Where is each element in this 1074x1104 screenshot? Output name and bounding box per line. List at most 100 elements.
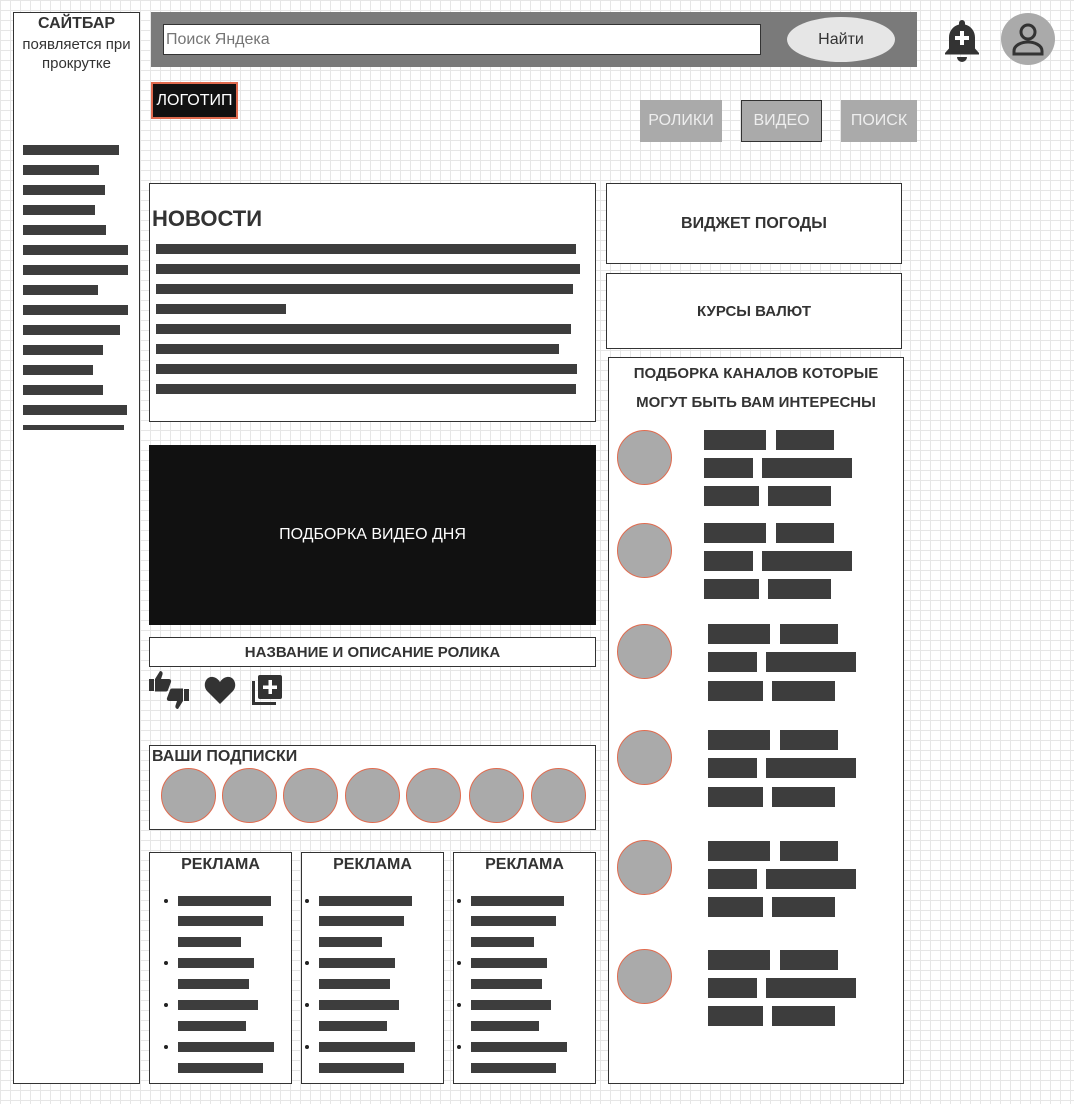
news-line[interactable] xyxy=(156,384,576,394)
ad-line xyxy=(471,896,564,906)
account-button[interactable] xyxy=(1001,13,1055,65)
heart-icon xyxy=(204,676,236,704)
channel-info-line xyxy=(768,486,831,506)
channel-avatar[interactable] xyxy=(617,949,672,1004)
channel-avatar[interactable] xyxy=(617,730,672,785)
weather-widget-title: ВИДЖЕТ ПОГОДЫ xyxy=(681,214,827,232)
ad-line xyxy=(319,916,404,926)
video-player[interactable]: ПОДБОРКА ВИДЕО ДНЯ xyxy=(149,445,596,625)
channel-info-line xyxy=(762,551,852,571)
tab-video-label: ВИДЕО xyxy=(753,112,810,129)
sidebar-item[interactable] xyxy=(23,405,127,415)
channel-info-line xyxy=(704,579,759,599)
sidebar-item[interactable] xyxy=(23,225,106,235)
ad-bullet xyxy=(457,899,461,903)
subscription-avatar[interactable] xyxy=(161,768,216,823)
channel-info-line xyxy=(772,897,835,917)
subscription-avatar[interactable] xyxy=(406,768,461,823)
video-caption[interactable]: НАЗВАНИЕ И ОПИСАНИЕ РОЛИКА xyxy=(149,637,596,667)
ad-bullet xyxy=(164,1045,168,1049)
subscription-avatar[interactable] xyxy=(283,768,338,823)
tab-clips[interactable]: РОЛИКИ xyxy=(640,100,722,142)
channels-title-line1: ПОДБОРКА КАНАЛОВ КОТОРЫЕ xyxy=(633,365,879,382)
news-line[interactable] xyxy=(156,324,571,334)
ad-block[interactable]: РЕКЛАМА xyxy=(453,852,596,1084)
news-line[interactable] xyxy=(156,364,577,374)
video-caption-text: НАЗВАНИЕ И ОПИСАНИЕ РОЛИКА xyxy=(244,643,501,661)
currency-widget[interactable]: КУРСЫ ВАЛЮТ xyxy=(606,273,902,349)
channel-info-line xyxy=(704,458,753,478)
ad-bullet xyxy=(305,961,309,965)
sidebar-item[interactable] xyxy=(23,325,120,335)
ad-line xyxy=(471,1042,567,1052)
channel-avatar[interactable] xyxy=(617,430,672,485)
sidebar-item[interactable] xyxy=(23,305,128,315)
news-line[interactable] xyxy=(156,244,576,254)
ad-block[interactable]: РЕКЛАМА xyxy=(149,852,292,1084)
add-to-playlist-button[interactable] xyxy=(250,673,284,707)
favorite-button[interactable] xyxy=(204,675,236,705)
channel-avatar[interactable] xyxy=(617,840,672,895)
news-line[interactable] xyxy=(156,344,559,354)
sidebar-item[interactable] xyxy=(23,425,124,430)
ad-bullet xyxy=(164,961,168,965)
ad-block[interactable]: РЕКЛАМА xyxy=(301,852,444,1084)
channel-info-line xyxy=(708,1006,763,1026)
tab-search-label: ПОИСК xyxy=(850,112,908,129)
sidebar-subtitle: появляется при прокрутке xyxy=(22,36,131,72)
channel-info-line xyxy=(708,950,770,970)
subscriptions-title: ВАШИ ПОДПИСКИ xyxy=(152,748,298,765)
channel-info-line xyxy=(772,1006,835,1026)
subscription-avatar[interactable] xyxy=(345,768,400,823)
weather-widget[interactable]: ВИДЖЕТ ПОГОДЫ xyxy=(606,183,902,264)
channel-info-line xyxy=(704,523,766,543)
news-line[interactable] xyxy=(156,304,286,314)
subscription-avatar[interactable] xyxy=(531,768,586,823)
subscription-avatar[interactable] xyxy=(222,768,277,823)
ad-line xyxy=(471,1063,556,1073)
channel-avatar[interactable] xyxy=(617,523,672,578)
sidebar-item[interactable] xyxy=(23,205,95,215)
subscription-avatar[interactable] xyxy=(469,768,524,823)
sidebar: САЙТБАР появляется при прокрутке xyxy=(13,12,140,1084)
sidebar-item[interactable] xyxy=(23,285,98,295)
logo[interactable]: ЛОГОТИП xyxy=(151,82,238,119)
sidebar-item[interactable] xyxy=(23,365,93,375)
channel-info-line xyxy=(772,787,835,807)
ad-line xyxy=(178,937,241,947)
channel-info-line xyxy=(780,950,838,970)
sidebar-item[interactable] xyxy=(23,185,105,195)
ad-bullet xyxy=(305,899,309,903)
ad-line xyxy=(178,1000,258,1010)
channel-info-line xyxy=(772,681,835,701)
sidebar-item[interactable] xyxy=(23,165,99,175)
channel-info-line xyxy=(708,652,757,672)
news-line[interactable] xyxy=(156,284,573,294)
like-dislike-button[interactable] xyxy=(147,670,191,710)
news-line[interactable] xyxy=(156,264,580,274)
channel-info-line xyxy=(704,486,759,506)
sidebar-item[interactable] xyxy=(23,345,103,355)
search-button[interactable]: Найти xyxy=(787,17,895,62)
sidebar-item[interactable] xyxy=(23,245,128,255)
channel-info-line xyxy=(766,758,856,778)
ad-line xyxy=(319,896,412,906)
channel-info-line xyxy=(708,758,757,778)
sidebar-item[interactable] xyxy=(23,385,103,395)
tab-video[interactable]: ВИДЕО xyxy=(741,100,822,142)
channel-info-line xyxy=(766,652,856,672)
tab-search[interactable]: ПОИСК xyxy=(841,100,917,142)
ad-line xyxy=(178,958,254,968)
ad-line xyxy=(178,979,249,989)
search-input[interactable] xyxy=(163,24,761,55)
sidebar-item[interactable] xyxy=(23,265,128,275)
channel-info-line xyxy=(708,624,770,644)
channel-info-line xyxy=(708,869,757,889)
ad-line xyxy=(319,937,382,947)
ad-bullet xyxy=(457,961,461,965)
ad-line xyxy=(178,916,263,926)
sidebar-item[interactable] xyxy=(23,145,119,155)
channel-avatar[interactable] xyxy=(617,624,672,679)
notification-button[interactable] xyxy=(942,18,982,62)
channel-info-line xyxy=(780,624,838,644)
